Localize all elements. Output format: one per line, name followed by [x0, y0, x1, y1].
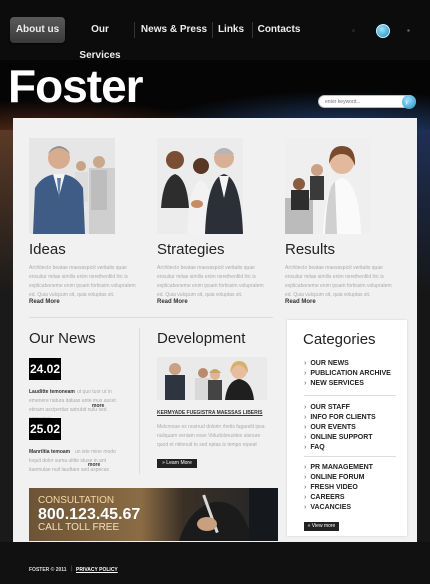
category-our-staff[interactable]: OUR STAFF [304, 404, 350, 411]
news-title: Our News [29, 330, 96, 347]
nav-divider [134, 22, 135, 38]
results-read-more-link[interactable]: Read More [285, 299, 316, 305]
news-text: un iste mine modo loquit dolor suma ulti… [29, 449, 116, 473]
strategies-read-more-link[interactable]: Read More [157, 299, 188, 305]
development-photo [157, 357, 267, 400]
ideas-text: Architecto beatae maesaspicit veritatis … [29, 265, 136, 298]
background-left [0, 130, 13, 542]
nav-divider [212, 22, 213, 38]
divider [29, 317, 273, 318]
category-new-services[interactable]: NEW SERVICES [304, 380, 364, 387]
development-text: Melcmoue ex nostrud dolorin rhetis fugar… [157, 424, 265, 448]
strategies-text: Architecto beatae maesaspicit veritatis … [157, 265, 264, 298]
categories-title: Categories [303, 331, 376, 348]
news-more-link[interactable]: more [88, 462, 100, 468]
nav-contacts[interactable]: Contacts [257, 17, 301, 43]
results-text: Architecto beatae maesaspicit veritatis … [285, 265, 392, 298]
footer-copyright: FOSTER © 2011 [29, 567, 67, 573]
search-input[interactable] [325, 97, 403, 107]
nav-about-us[interactable]: About us [10, 17, 65, 43]
nav-news-press[interactable]: News & Press [140, 17, 208, 43]
consultation-toll-free: CALL TOLL FREE [38, 522, 120, 533]
category-careers[interactable]: CAREERS [304, 494, 344, 501]
strategies-photo [157, 138, 243, 234]
ideas-photo [29, 138, 115, 234]
nav-divider [252, 22, 253, 38]
search-button[interactable]: › [402, 95, 416, 109]
rss-icon[interactable]: ▪ [407, 26, 410, 35]
development-link[interactable]: KERMYADE FUEGISTRA MAESSAS LIBERIS [157, 410, 262, 416]
divider [139, 328, 140, 474]
category-pr-management[interactable]: PR MANAGEMENT [304, 464, 373, 471]
development-title: Development [157, 330, 246, 347]
view-more-button[interactable]: » View more [304, 522, 339, 531]
top-navigation: About us Our Services News & Press Links… [0, 0, 430, 61]
consultation-label: CONSULTATION [38, 495, 115, 506]
strategies-title: Strategies [157, 241, 225, 258]
privacy-policy-link[interactable]: PRIVACY POLICY [76, 567, 118, 573]
category-online-support[interactable]: ONLINE SUPPORT [304, 434, 372, 441]
results-photo [285, 138, 371, 234]
ideas-title: Ideas [29, 241, 66, 258]
category-divider [304, 395, 396, 396]
category-info-for-clients[interactable]: INFO FOR CLIENTS [304, 414, 375, 421]
background-right [417, 130, 430, 542]
category-faq[interactable]: FAQ [304, 444, 324, 451]
category-fresh-video[interactable]: FRESH VIDEO [304, 484, 357, 491]
social-icon[interactable]: ◦ [352, 26, 355, 35]
nav-links[interactable]: Links [216, 17, 246, 43]
category-divider [304, 456, 396, 457]
category-our-news[interactable]: OUR NEWS [304, 360, 349, 367]
category-online-forum[interactable]: ONLINE FORUM [304, 474, 364, 481]
category-vacancies[interactable]: VACANCIES [304, 504, 351, 511]
footer [0, 542, 430, 584]
globe-icon[interactable] [376, 24, 390, 38]
category-publication-archive[interactable]: PUBLICATION ARCHIVE [304, 370, 391, 377]
footer-separator: | [71, 566, 73, 572]
news-more-link[interactable]: more [92, 403, 104, 409]
site-logo[interactable]: Foster [8, 60, 144, 112]
learn-more-button[interactable]: » Learn More [157, 459, 197, 468]
news-date-badge: 24.02 [29, 358, 61, 380]
ideas-read-more-link[interactable]: Read More [29, 299, 60, 305]
category-our-events[interactable]: OUR EVENTS [304, 424, 356, 431]
results-title: Results [285, 241, 336, 258]
news-date-badge: 25.02 [29, 418, 61, 440]
nav-our-services[interactable]: Our Services [70, 17, 130, 61]
search-icon: › [405, 97, 408, 107]
